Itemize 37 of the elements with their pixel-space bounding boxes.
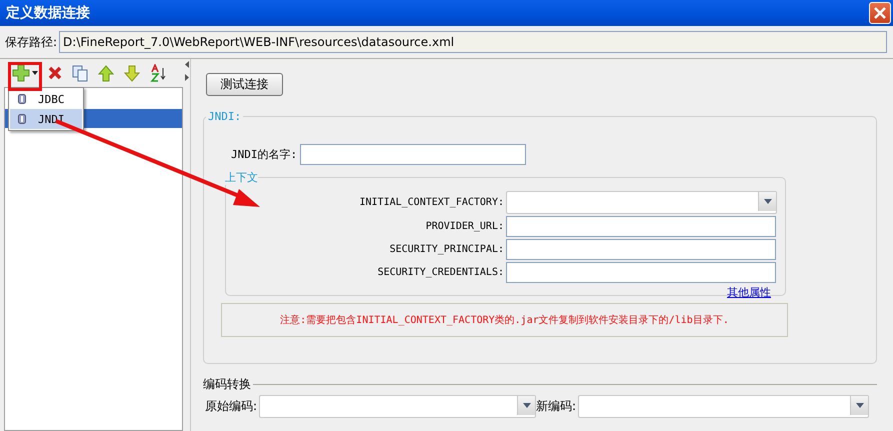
- input-field[interactable]: [506, 239, 776, 260]
- input-field[interactable]: [300, 144, 526, 165]
- move-down-button[interactable]: [124, 64, 140, 82]
- dropdown-button[interactable]: [850, 396, 868, 415]
- more-properties-link[interactable]: 其他属性: [727, 285, 771, 300]
- dropdown-button[interactable]: [758, 192, 776, 211]
- field-label: 保存路径:: [5, 34, 58, 50]
- note-text: 注意:需要把包含INITIAL_CONTEXT_FACTORY类的.jar文件复制到软件安装目录下的/lib目录下.: [221, 303, 788, 337]
- input-field[interactable]: [506, 216, 776, 237]
- field-label: 新编码:: [536, 398, 576, 415]
- input-field[interactable]: [506, 262, 776, 283]
- path-field[interactable]: D:\FineReport_7.0\WebReport\WEB-INF\resources\datasource.xml: [59, 31, 887, 53]
- field-label: JNDI的名字:: [231, 147, 298, 162]
- caret-icon: [522, 403, 531, 408]
- test-connection-button[interactable]: 测试连接: [206, 73, 283, 96]
- field-label: PROVIDER_URL:: [424, 221, 504, 232]
- expand-right-icon[interactable]: [184, 74, 188, 81]
- field-label: INITIAL_CONTEXT_FACTORY:: [358, 197, 504, 208]
- close-icon: [874, 7, 886, 19]
- caret-icon: [856, 403, 864, 408]
- group-title: JNDI:: [207, 110, 242, 123]
- group-title: 上下文: [225, 170, 258, 185]
- collapse-left-icon[interactable]: [184, 61, 188, 68]
- delete-button[interactable]: [48, 66, 62, 80]
- copy-button[interactable]: [72, 64, 88, 82]
- dropdown-button[interactable]: [517, 396, 536, 415]
- sort-button[interactable]: [150, 64, 168, 82]
- highlight-frame: [8, 62, 42, 91]
- close-button[interactable]: [869, 2, 891, 24]
- add-button[interactable]: [12, 64, 38, 82]
- caret-icon: [764, 199, 772, 204]
- move-up-button[interactable]: [98, 64, 114, 82]
- field-label: SECURITY_PRINCIPAL:: [388, 244, 504, 255]
- section-title: 编码转换: [203, 376, 251, 393]
- field-label: SECURITY_CREDENTIALS:: [376, 267, 504, 278]
- field-label: 原始编码:: [205, 398, 258, 415]
- window-title: 定义数据连接: [6, 4, 90, 22]
